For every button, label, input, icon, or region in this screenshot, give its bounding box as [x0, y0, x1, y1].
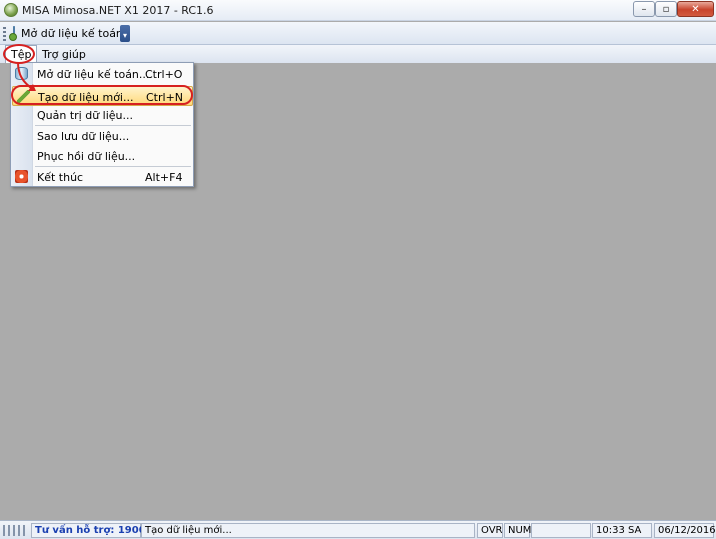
annotation-arrow-icon — [17, 61, 36, 91]
status-date: 06/12/2016 — [654, 523, 716, 538]
menu-item-label: Mở dữ liệu kế toán... — [37, 68, 150, 81]
open-accounting-data-button[interactable]: Mở dữ liệu kế toán — [9, 23, 123, 43]
menu-item-label: Phục hồi dữ liệu... — [37, 150, 136, 163]
toolbar-grip[interactable] — [3, 27, 6, 41]
open-accounting-data-label: Mở dữ liệu kế toán — [21, 26, 123, 40]
status-time: 10:33 SA — [592, 523, 652, 538]
status-message: Tạo dữ liệu mới... — [141, 523, 475, 538]
menu-bar: Tệp Trợ giúp — [0, 45, 716, 63]
menu-item-label: Kết thúc — [37, 171, 84, 184]
status-empty-cell — [531, 523, 591, 538]
status-bar: Tư vấn hỗ trợ: 19008677 Tạo dữ liệu mới.… — [0, 520, 716, 539]
toolbar: Mở dữ liệu kế toán ▾ — [0, 22, 716, 45]
maximize-button[interactable]: ▫ — [655, 1, 677, 17]
menu-item-exit[interactable]: Kết thúc Alt+F4 — [11, 167, 195, 187]
menu-item-backup-data[interactable]: Sao lưu dữ liệu... — [11, 126, 195, 146]
exit-icon — [15, 170, 28, 183]
menu-item-shortcut: Ctrl+O — [145, 68, 183, 81]
menu-item-restore-data[interactable]: Phục hồi dữ liệu... — [11, 146, 195, 166]
numlock-indicator: NUM — [504, 523, 531, 538]
close-button[interactable]: ✕ — [677, 1, 714, 17]
support-hotline: Tư vấn hỗ trợ: 19008677 — [31, 523, 174, 538]
menu-item-manage-data[interactable]: Quản trị dữ liệu... — [11, 105, 195, 125]
window-title: MISA Mimosa.NET X1 2017 - RC1.6 — [22, 4, 214, 17]
toolbar-dropdown-button[interactable]: ▾ — [120, 25, 130, 42]
menu-item-label: Quản trị dữ liệu... — [37, 109, 134, 122]
overwrite-indicator: OVR — [477, 523, 503, 538]
database-icon — [9, 26, 17, 41]
app-logo-icon — [4, 3, 18, 17]
menu-item-label: Sao lưu dữ liệu... — [37, 130, 130, 143]
statusbar-grip — [3, 525, 28, 536]
menu-item-shortcut: Alt+F4 — [145, 171, 183, 184]
title-bar: MISA Mimosa.NET X1 2017 - RC1.6 – ▫ ✕ — [0, 0, 716, 21]
minimize-button[interactable]: – — [633, 1, 655, 17]
